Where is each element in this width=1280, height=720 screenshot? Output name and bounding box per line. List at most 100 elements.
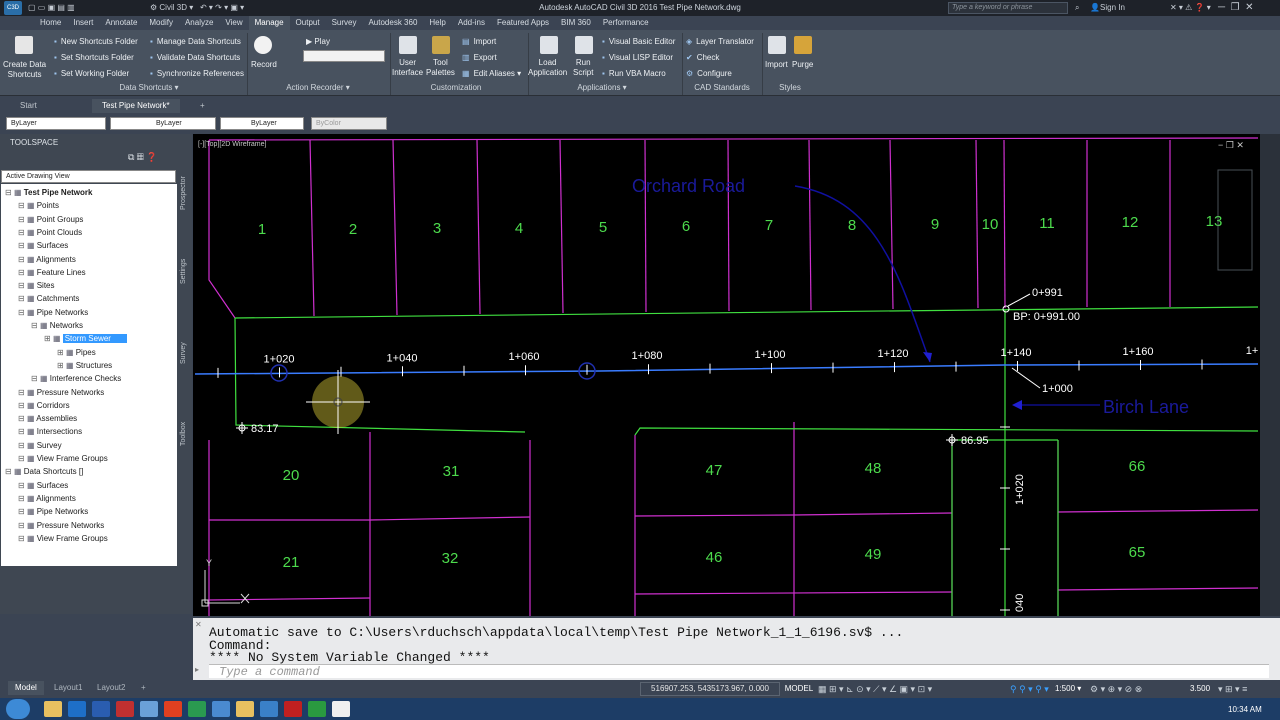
ribbon-tab-featured-apps[interactable]: Featured Apps	[491, 16, 555, 30]
ribbon-tab-add-ins[interactable]: Add-ins	[452, 16, 491, 30]
expand-icon[interactable]: ⊟	[18, 241, 27, 250]
ribbon-tab-survey[interactable]: Survey	[326, 16, 363, 30]
purge-styles-button[interactable]: Purge	[792, 60, 813, 69]
application-menu-button[interactable]: C3D	[4, 1, 22, 15]
expand-icon[interactable]: ⊟	[18, 255, 27, 264]
ribbon-tab-help[interactable]: Help	[423, 16, 451, 30]
expand-icon[interactable]: ⊟	[31, 321, 40, 330]
user-interface-button[interactable]: User Interface	[392, 58, 423, 78]
quick-access-toolbar[interactable]: ▢ ▭ ▣ ▤ ▥	[28, 2, 75, 14]
tree-item[interactable]: ⊟ ▦ Alignments	[1, 492, 76, 505]
tab-layout2[interactable]: Layout2	[90, 681, 132, 695]
ds-items2-item[interactable]: ▪ Validate Data Shortcuts	[150, 50, 244, 66]
tab-survey[interactable]: Survey	[180, 342, 187, 364]
expand-icon[interactable]: ⊞	[57, 361, 66, 370]
taskbar-app-icon[interactable]	[260, 701, 278, 717]
tree-item[interactable]: ⊟ ▦ Test Pipe Network	[1, 186, 92, 199]
tree-item[interactable]: ⊟ ▦ Surfaces	[1, 479, 68, 492]
cust-items-item[interactable]: ▦ Edit Aliases ▾	[462, 66, 521, 82]
expand-icon[interactable]: ⊟	[18, 494, 27, 503]
record-button[interactable]: Record	[251, 60, 277, 69]
import-styles-button[interactable]: Import	[765, 60, 788, 69]
linetype-dropdown[interactable]: ByLayer	[110, 117, 216, 130]
taskbar-app-icon[interactable]	[236, 701, 254, 717]
tab-model[interactable]: Model	[8, 681, 44, 695]
data-shortcuts-panel-label[interactable]: Data Shortcuts ▾	[54, 83, 244, 95]
tree-item[interactable]: ⊞ ▦ Pipes	[1, 346, 96, 359]
search-input[interactable]: Type a keyword or phrase	[948, 2, 1068, 14]
ds-items-item[interactable]: ▪ Set Shortcuts Folder	[54, 50, 138, 66]
tree-item[interactable]: ⊞ ▦ Storm Sewer	[1, 332, 127, 345]
ds-items-item[interactable]: ▪ New Shortcuts Folder	[54, 34, 138, 50]
coordinates-readout[interactable]: 516907.253, 5435173.967, 0.000	[640, 682, 780, 696]
tree-item[interactable]: ⊞ ▦ Structures	[1, 359, 112, 372]
viewport-controls-label[interactable]: [-][Top][2D Wireframe]	[198, 141, 267, 148]
tab-toolbox[interactable]: Toolbox	[180, 422, 187, 446]
app-items-item[interactable]: ▪ Visual LISP Editor	[602, 50, 675, 66]
tab-test-pipe-network[interactable]: Test Pipe Network*	[92, 99, 180, 113]
play-button[interactable]: ▶ Play	[306, 37, 330, 46]
tree-item[interactable]: ⊟ ▦ Data Shortcuts []	[1, 465, 83, 478]
ribbon-tab-modify[interactable]: Modify	[143, 16, 179, 30]
run-script-button[interactable]: Run Script	[573, 58, 593, 78]
taskbar-app-icon[interactable]	[308, 701, 326, 717]
expand-icon[interactable]: ⊟	[18, 294, 27, 303]
taskbar-app-icon[interactable]	[284, 701, 302, 717]
workspace-selector[interactable]: ⚙ Civil 3D ▾	[150, 2, 193, 14]
expand-icon[interactable]: ⊟	[18, 521, 27, 530]
expand-icon[interactable]: ⊟	[18, 268, 27, 277]
ribbon-tab-bim-360[interactable]: BIM 360	[555, 16, 597, 30]
tree-item[interactable]: ⊟ ▦ Corridors	[1, 399, 70, 412]
model-space-button[interactable]: MODEL	[783, 682, 815, 696]
help-group[interactable]: ✕ ▾ ⚠ ❓ ▾	[1170, 2, 1211, 14]
lineweight-dropdown[interactable]: ByLayer	[220, 117, 304, 130]
orchard-road-alignment[interactable]	[194, 359, 1259, 378]
cad-items-item[interactable]: ✔ Check	[686, 50, 754, 66]
navigation-bar[interactable]	[1260, 134, 1280, 616]
expand-icon[interactable]: ⊟	[18, 454, 27, 463]
expand-icon[interactable]: ⊟	[18, 481, 27, 490]
tree-item[interactable]: ⊟ ▦ View Frame Groups	[1, 452, 108, 465]
ds-items-item[interactable]: ▪ Set Working Folder	[54, 66, 138, 82]
ribbon-tab-annotate[interactable]: Annotate	[99, 16, 143, 30]
cad-items-item[interactable]: ◈ Layer Translator	[686, 34, 754, 50]
new-tab-button[interactable]: +	[190, 99, 215, 113]
drawing-viewport[interactable]: Orchard Road Birch Lane 1 2 3 4 5 6 7 8 9 10 11 12 1…	[193, 134, 1260, 616]
viewport-window-controls[interactable]: − ❐ ✕	[1218, 140, 1244, 150]
taskbar-app-icon[interactable]	[92, 701, 110, 717]
expand-icon[interactable]: ⊞	[44, 334, 53, 343]
tree-item[interactable]: ⊟ ▦ Pressure Networks	[1, 519, 104, 532]
ribbon-tab-output[interactable]: Output	[290, 16, 326, 30]
expand-icon[interactable]: ⊟	[18, 308, 27, 317]
tree-item[interactable]: ⊟ ▦ Alignments	[1, 253, 76, 266]
expand-icon[interactable]: ⊟	[18, 281, 27, 290]
tree-item[interactable]: ⊟ ▦ Point Clouds	[1, 226, 82, 239]
cust-items-item[interactable]: ▤ Import	[462, 34, 521, 50]
undo-redo-group[interactable]: ↶ ▾ ↷ ▾ ▣ ▾	[200, 2, 244, 14]
ds-items2-item[interactable]: ▪ Synchronize References	[150, 66, 244, 82]
tree-item[interactable]: ⊟ ▦ View Frame Groups	[1, 532, 108, 545]
taskbar-app-icon[interactable]	[68, 701, 86, 717]
expand-icon[interactable]: ⊟	[18, 401, 27, 410]
applications-panel-label[interactable]: Applications ▾	[565, 83, 639, 95]
expand-icon[interactable]: ⊟	[18, 427, 27, 436]
tree-item[interactable]: ⊟ ▦ Pipe Networks	[1, 505, 88, 518]
ds-items2-item[interactable]: ▪ Manage Data Shortcuts	[150, 34, 244, 50]
expand-icon[interactable]: ⊟	[18, 534, 27, 543]
expand-icon[interactable]: ⊟	[18, 228, 27, 237]
expand-icon[interactable]: ⊟	[18, 388, 27, 397]
taskbar-app-icon[interactable]	[44, 701, 62, 717]
taskbar-app-icon[interactable]	[332, 701, 350, 717]
drafting-toggles[interactable]: ▦ ⊞ ▾ ⊾ ⊙ ▾ ⟋ ▾ ∠ ▣ ▾ ⊡ ▾	[818, 682, 932, 696]
command-window-close-icon[interactable]: ✕	[195, 620, 202, 629]
tool-palettes-button[interactable]: Tool Palettes	[426, 58, 455, 78]
tab-settings[interactable]: Settings	[180, 259, 187, 284]
command-input[interactable]: Type a command	[209, 664, 1269, 679]
create-data-shortcuts-button[interactable]: Create Data Shortcuts	[3, 60, 46, 80]
workspace-toggles[interactable]: ⚙ ▾ ⊕ ▾ ⊘ ⊗	[1090, 682, 1142, 696]
tree-item[interactable]: ⊟ ▦ Assemblies	[1, 412, 77, 425]
tree-item[interactable]: ⊟ ▦ Survey	[1, 439, 62, 452]
bp-point[interactable]	[1002, 305, 1010, 313]
ribbon-tab-home[interactable]: Home	[34, 16, 67, 30]
ribbon-tab-analyze[interactable]: Analyze	[179, 16, 219, 30]
